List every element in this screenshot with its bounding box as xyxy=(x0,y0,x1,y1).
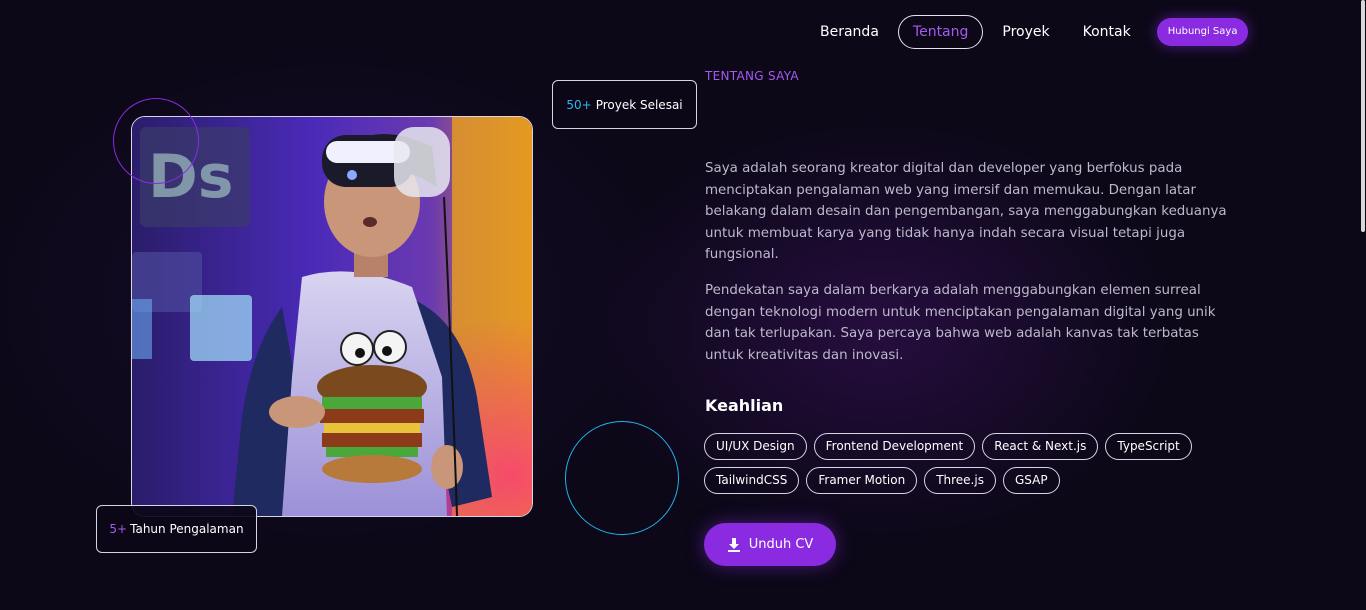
about-paragraph-1: Saya adalah seorang kreator digital dan … xyxy=(705,161,1227,262)
stat-years-badge: 5+ Tahun Pengalaman xyxy=(96,505,257,553)
nav-link-proyek[interactable]: Proyek xyxy=(988,15,1063,49)
skill-chip: TypeScript xyxy=(1105,433,1192,460)
stat-years-number: 5+ xyxy=(109,522,128,536)
nav-link-kontak[interactable]: Kontak xyxy=(1069,15,1145,49)
decorative-ring-purple xyxy=(113,98,199,184)
decorative-ring-cyan xyxy=(565,421,679,535)
skill-chip: UI/UX Design xyxy=(704,433,807,460)
skill-chip: TailwindCSS xyxy=(704,467,800,494)
nav-link-tentang[interactable]: Tentang xyxy=(897,15,984,49)
section-label: TENTANG SAYA xyxy=(705,69,799,83)
download-icon xyxy=(727,537,740,552)
about-page: Beranda Tentang Proyek Kontak Hubungi Sa… xyxy=(0,0,1366,610)
skill-chip: React & Next.js xyxy=(982,433,1099,460)
stat-projects-badge: 50+ Proyek Selesai xyxy=(552,80,697,129)
stat-projects-label: Proyek Selesai xyxy=(595,97,683,112)
top-nav: Beranda Tentang Proyek Kontak Hubungi Sa… xyxy=(806,14,1249,50)
about-paragraph-2: Pendekatan saya dalam berkarya adalah me… xyxy=(705,283,1216,363)
nav-link-beranda[interactable]: Beranda xyxy=(806,15,893,49)
skill-chip: Three.js xyxy=(924,467,996,494)
skills-row: TailwindCSS Framer Motion Three.js GSAP xyxy=(704,467,1244,494)
skills-title: Keahlian xyxy=(705,396,784,415)
skill-chip: Frontend Development xyxy=(813,433,976,460)
stat-years-label: Tahun Pengalaman xyxy=(130,522,244,536)
profile-photo: Ds xyxy=(131,116,533,517)
skill-chip: Framer Motion xyxy=(806,467,918,494)
download-cv-button[interactable]: Unduh CV xyxy=(704,523,836,566)
vr-headset-person-photo: Ds xyxy=(132,117,532,516)
skills-row: UI/UX Design Frontend Development React … xyxy=(704,433,1244,460)
contact-me-button[interactable]: Hubungi Saya xyxy=(1156,18,1249,46)
stat-projects-number: 50+ xyxy=(566,97,592,112)
download-cv-label: Unduh CV xyxy=(748,537,814,552)
scrollbar-thumb[interactable] xyxy=(1361,0,1365,232)
skill-chip: GSAP xyxy=(1002,467,1060,494)
scrollbar[interactable] xyxy=(1360,0,1366,610)
skills-list: UI/UX Design Frontend Development React … xyxy=(704,433,1244,501)
